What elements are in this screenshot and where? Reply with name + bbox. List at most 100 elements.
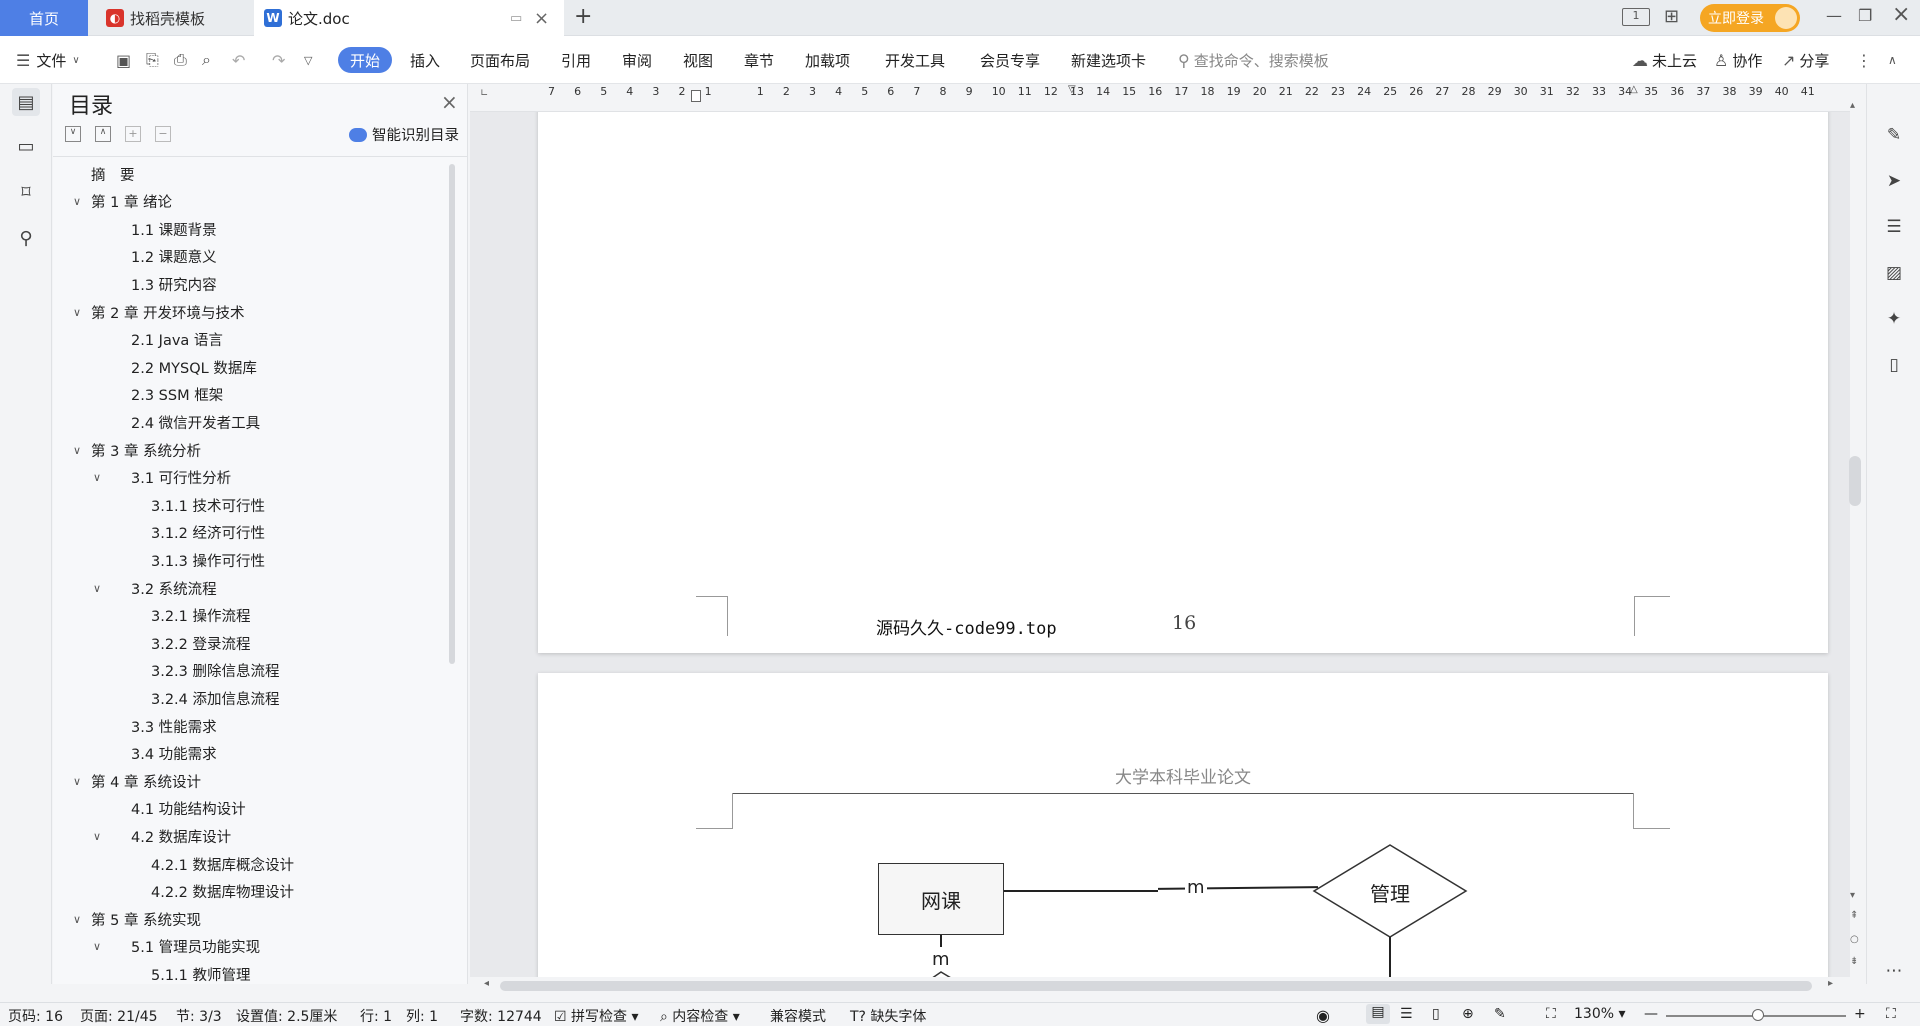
- tab-review[interactable]: 审阅: [622, 47, 652, 73]
- toc-item[interactable]: ∨ 第 2 章 开发环境与技术: [73, 300, 245, 324]
- scrollbar[interactable]: [449, 164, 455, 664]
- zoom-slider-thumb[interactable]: [1752, 1009, 1764, 1021]
- read-mode-icon[interactable]: ▯: [1881, 352, 1907, 378]
- tab-insert[interactable]: 插入: [410, 47, 440, 73]
- toc-item[interactable]: 4.2.2 数据库物理设计: [131, 880, 294, 904]
- toc-item[interactable]: ∨ 第 4 章 系统设计: [73, 769, 201, 793]
- toc-item[interactable]: 3.4 功能需求: [111, 742, 217, 766]
- chevron-down-icon[interactable]: ∨: [93, 940, 101, 953]
- toc-item[interactable]: ∨ 第 1 章 绪论: [73, 190, 172, 214]
- expand-all-icon[interactable]: ∧: [95, 126, 111, 142]
- toc-item[interactable]: ∨ 3.2 系统流程: [93, 576, 217, 600]
- spell-check-button[interactable]: ☑ 拼写检查 ▾: [554, 1006, 639, 1026]
- read-view-icon[interactable]: ▯: [1432, 1006, 1440, 1022]
- scroll-down-icon[interactable]: ▾: [1850, 890, 1855, 901]
- scroll-right-icon[interactable]: ▸: [1828, 978, 1833, 989]
- fit-page-icon[interactable]: ⛶: [1546, 1006, 1556, 1022]
- customize-icon[interactable]: ▽: [304, 47, 312, 73]
- toc-item[interactable]: 3.1.2 经济可行性: [131, 521, 265, 545]
- chevron-down-icon[interactable]: ∨: [93, 582, 101, 595]
- add-item-icon[interactable]: +: [125, 126, 141, 142]
- toc-item[interactable]: 3.2.2 登录流程: [131, 631, 251, 655]
- close-icon[interactable]: ×: [441, 90, 458, 114]
- toc-item[interactable]: 3.1.3 操作可行性: [131, 548, 265, 572]
- prev-page-icon[interactable]: ⇞: [1850, 910, 1858, 921]
- chevron-down-icon[interactable]: ∨: [73, 195, 81, 208]
- outline-view-icon[interactable]: ☰: [1400, 1006, 1413, 1022]
- indent-marker[interactable]: [691, 90, 701, 102]
- chevron-down-icon[interactable]: ∨: [73, 444, 81, 457]
- web-view-icon[interactable]: ⊕: [1462, 1006, 1474, 1022]
- settings-sliders-icon[interactable]: ☰: [1881, 214, 1907, 240]
- toc-item[interactable]: 2.3 SSM 框架: [111, 383, 223, 407]
- chevron-down-icon[interactable]: ∨: [73, 775, 81, 788]
- print-icon[interactable]: ⎙: [174, 47, 187, 73]
- tab-reference[interactable]: 引用: [561, 47, 591, 73]
- export-pdf-icon[interactable]: ⎘: [146, 47, 159, 73]
- missing-font-button[interactable]: T? 缺失字体: [850, 1006, 926, 1026]
- toc-item[interactable]: 4.1 功能结构设计: [111, 797, 246, 821]
- toc-item[interactable]: 3.2.4 添加信息流程: [131, 686, 280, 710]
- new-tab-icon[interactable]: +: [574, 4, 592, 29]
- grid-icon[interactable]: ⊞: [1664, 6, 1679, 27]
- toc-item[interactable]: 3.3 性能需求: [111, 714, 217, 738]
- page-view-icon[interactable]: ▤: [1366, 1004, 1390, 1024]
- zoom-in-icon[interactable]: +: [1854, 1006, 1866, 1022]
- more-icon[interactable]: ⋮: [1856, 47, 1872, 73]
- tab-start[interactable]: 开始: [338, 47, 392, 73]
- bookmark-icon[interactable]: ⌑: [12, 178, 40, 206]
- toc-item[interactable]: 摘 要: [91, 162, 135, 186]
- chevron-down-icon[interactable]: ∨: [73, 913, 81, 926]
- collab-button[interactable]: ♙ 协作: [1714, 47, 1762, 73]
- next-page-icon[interactable]: ⇟: [1850, 956, 1858, 967]
- share-button[interactable]: ↗ 分享: [1782, 47, 1829, 73]
- ai-assistant-icon[interactable]: ✦: [1881, 306, 1907, 332]
- navigation-icon[interactable]: ▭: [12, 132, 40, 160]
- scroll-up-icon[interactable]: ▴: [1850, 100, 1855, 111]
- edit-icon[interactable]: ✎: [1881, 122, 1907, 148]
- scroll-left-icon[interactable]: ◂: [484, 978, 489, 989]
- toc-item[interactable]: 2.1 Java 语言: [111, 328, 223, 352]
- tab-template[interactable]: ◐ 找稻壳模板: [90, 0, 252, 36]
- save-icon[interactable]: ▣: [116, 47, 131, 73]
- tab-layout[interactable]: 页面布局: [470, 47, 530, 73]
- tab-home[interactable]: 首页: [0, 0, 88, 36]
- more-options-icon[interactable]: ⋯: [1881, 958, 1907, 984]
- toc-item[interactable]: 4.2.1 数据库概念设计: [131, 852, 294, 876]
- zoom-out-icon[interactable]: —: [1644, 1006, 1658, 1022]
- tab-addons[interactable]: 加载项: [805, 47, 850, 73]
- chevron-down-icon[interactable]: ∨: [73, 306, 81, 319]
- zoom-level[interactable]: 130% ▾: [1574, 1006, 1626, 1022]
- toc-item[interactable]: ∨ 第 3 章 系统分析: [73, 438, 201, 462]
- select-cursor-icon[interactable]: ➤: [1881, 168, 1907, 194]
- restore-icon[interactable]: ❐: [1858, 6, 1872, 25]
- search-icon[interactable]: ⚲: [12, 224, 40, 252]
- toc-icon[interactable]: ▤: [12, 88, 40, 116]
- remove-item-icon[interactable]: −: [155, 126, 171, 142]
- image-tool-icon[interactable]: ▨: [1881, 260, 1907, 286]
- toc-item[interactable]: 3.1.1 技术可行性: [131, 493, 265, 517]
- tab-view[interactable]: 视图: [683, 47, 713, 73]
- command-search[interactable]: ⚲ 查找命令、搜索模板: [1178, 47, 1329, 73]
- minimize-icon[interactable]: —: [1826, 6, 1842, 25]
- close-tab-icon[interactable]: ×: [534, 8, 549, 29]
- login-button[interactable]: 立即登录: [1700, 4, 1800, 32]
- tab-newtab[interactable]: 新建选项卡: [1071, 47, 1146, 73]
- collapse-ribbon-icon[interactable]: ∧: [1888, 47, 1897, 73]
- toc-item[interactable]: 2.2 MYSQL 数据库: [111, 355, 257, 379]
- toc-item[interactable]: 3.2.1 操作流程: [131, 604, 251, 628]
- chevron-down-icon[interactable]: ∨: [93, 830, 101, 843]
- toc-item[interactable]: 3.2.3 删除信息流程: [131, 659, 280, 683]
- fullscreen-icon[interactable]: ⛶: [1886, 1006, 1896, 1022]
- collapse-all-icon[interactable]: ∨: [65, 126, 81, 142]
- cloud-button[interactable]: ☁ 未上云: [1632, 47, 1697, 73]
- layout-icon[interactable]: 1: [1622, 8, 1650, 26]
- toc-item[interactable]: 5.1.1 教师管理: [131, 962, 251, 986]
- horizontal-scrollbar[interactable]: [500, 981, 1812, 991]
- chevron-down-icon[interactable]: ∨: [93, 471, 101, 484]
- content-check-button[interactable]: ⌕ 内容检查 ▾: [660, 1006, 740, 1026]
- tab-stop-icon[interactable]: ∟: [480, 88, 488, 99]
- redo-icon[interactable]: ↷: [272, 47, 285, 73]
- tab-devtools[interactable]: 开发工具: [885, 47, 945, 73]
- toc-item[interactable]: 1.2 课题意义: [111, 245, 217, 269]
